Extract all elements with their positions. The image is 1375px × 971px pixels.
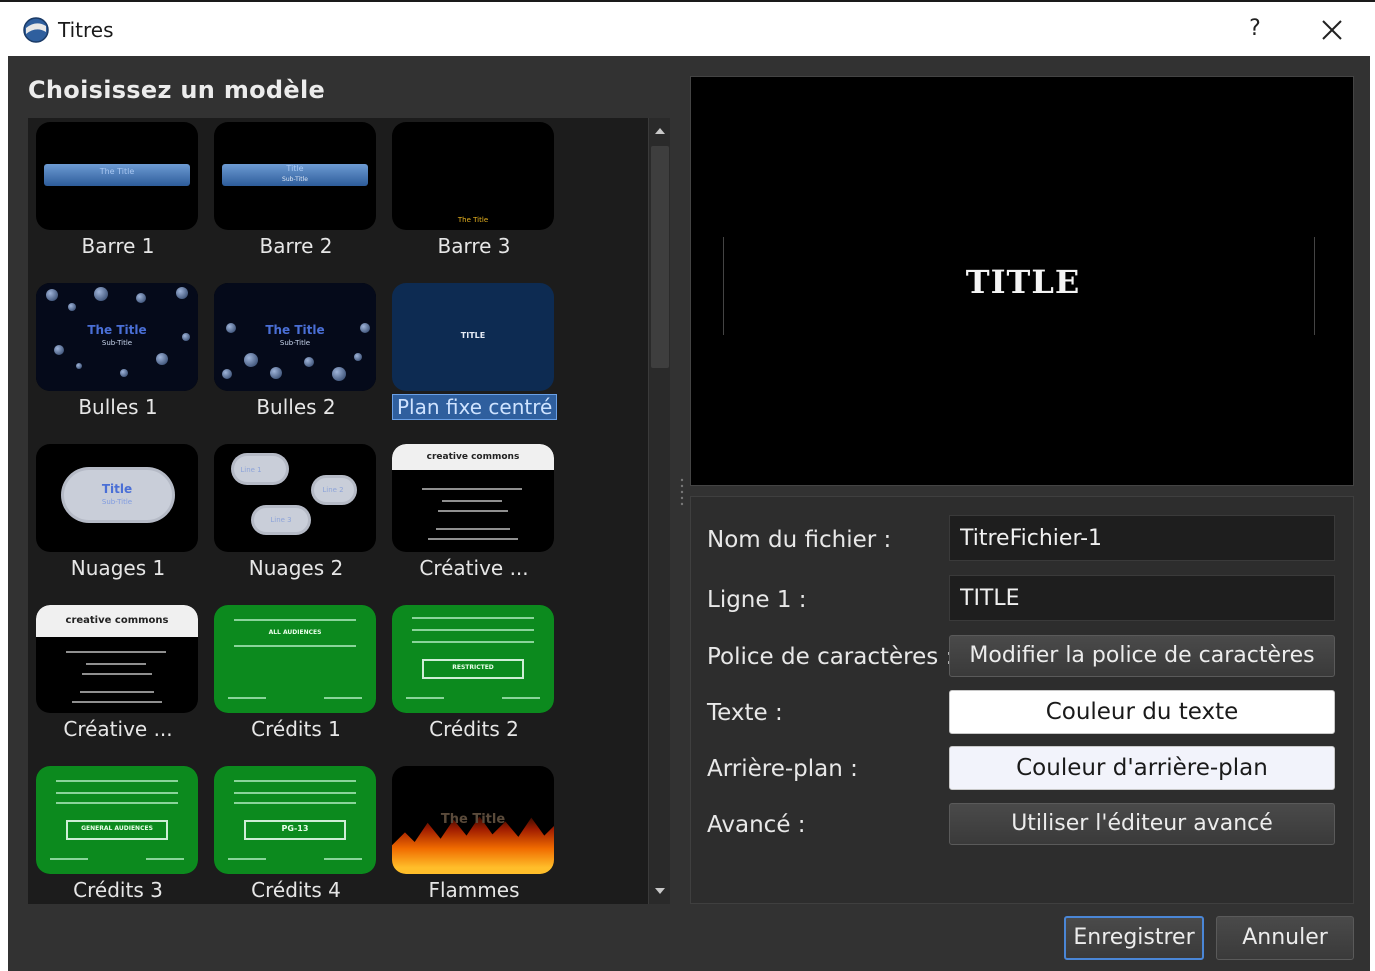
template-thumbnail: The Title — [392, 766, 554, 874]
template-grid: The Title Barre 1 Title Sub-Title Barre … — [28, 118, 648, 904]
template-tile[interactable]: The Title Sub-Title Bulles 1 — [36, 283, 200, 433]
globe-icon — [23, 17, 49, 43]
template-tile[interactable]: ALL AUDIENCES Crédits 1 — [214, 605, 378, 755]
scroll-down-icon[interactable] — [653, 884, 667, 898]
template-thumbnail: creative commons — [36, 605, 198, 713]
template-thumbnail: creative commons — [392, 444, 554, 552]
preview-title-text: TITLE — [965, 263, 1081, 301]
template-tile[interactable]: Line 1 Line 2 Line 3 Nuages 2 — [214, 444, 378, 594]
template-tile[interactable]: creative commons Créative ... — [36, 605, 200, 755]
template-thumbnail: The Title — [392, 122, 554, 230]
template-thumbnail: The Title Sub-Title — [214, 283, 376, 391]
window-title: Titres — [58, 18, 114, 42]
template-label: Bulles 1 — [78, 395, 158, 419]
change-font-button[interactable]: Modifier la police de caractères — [949, 635, 1335, 677]
scroll-up-icon[interactable] — [653, 124, 667, 138]
filename-label: Nom du fichier : — [707, 527, 892, 553]
help-button[interactable]: ? — [1240, 14, 1270, 44]
template-label: Bulles 2 — [256, 395, 336, 419]
template-tile[interactable]: PG-13 Crédits 4 — [214, 766, 378, 904]
template-tile[interactable]: GENERAL AUDIENCES Crédits 3 — [36, 766, 200, 904]
template-tile[interactable]: The Title Flammes — [392, 766, 556, 904]
window-titlebar: Titres ? — [0, 0, 1375, 56]
template-tile[interactable]: Title Sub-Title Barre 2 — [214, 122, 378, 272]
template-tile[interactable]: The Title Barre 1 — [36, 122, 200, 272]
template-label: Crédits 1 — [251, 717, 341, 741]
template-tile[interactable]: RESTRICTED Crédits 2 — [392, 605, 556, 755]
line1-label: Ligne 1 : — [707, 587, 807, 613]
background-color-button[interactable]: Couleur d'arrière-plan — [949, 746, 1335, 790]
template-thumbnail: GENERAL AUDIENCES — [36, 766, 198, 874]
line1-input[interactable] — [949, 575, 1335, 621]
template-thumbnail: ALL AUDIENCES — [214, 605, 376, 713]
template-heading: Choisissez un modèle — [28, 76, 326, 104]
advanced-editor-button[interactable]: Utiliser l'éditeur avancé — [949, 803, 1335, 845]
title-properties-form: Nom du fichier : Ligne 1 : Police de car… — [690, 496, 1354, 904]
template-label: Nuages 1 — [70, 556, 166, 580]
close-icon[interactable] — [1316, 14, 1348, 46]
scroll-thumb[interactable] — [651, 146, 669, 368]
template-label: Créative ... — [419, 556, 529, 580]
template-thumbnail: RESTRICTED — [392, 605, 554, 713]
save-button[interactable]: Enregistrer — [1064, 916, 1204, 960]
template-label: Barre 2 — [259, 234, 333, 258]
template-thumbnail: Title Sub-Title — [36, 444, 198, 552]
template-label: Nuages 2 — [248, 556, 344, 580]
template-tile[interactable]: creative commons Créative ... — [392, 444, 556, 594]
template-label: Barre 1 — [81, 234, 155, 258]
template-thumbnail: Line 1 Line 2 Line 3 — [214, 444, 376, 552]
titles-dialog: Choisissez un modèle The Title Barre 1 T… — [8, 56, 1370, 971]
title-preview: TITLE — [690, 76, 1354, 486]
template-thumbnail: The Title — [36, 122, 198, 230]
template-thumbnail: Title Sub-Title — [214, 122, 376, 230]
splitter-handle-icon[interactable] — [680, 476, 684, 510]
template-label: Crédits 4 — [251, 878, 341, 902]
template-thumbnail: The Title Sub-Title — [36, 283, 198, 391]
advanced-label: Avancé : — [707, 812, 806, 838]
text-color-button[interactable]: Couleur du texte — [949, 690, 1335, 734]
template-label: Flammes — [428, 878, 520, 902]
template-label-selected: Plan fixe centré — [392, 394, 558, 420]
template-label: Crédits 3 — [73, 878, 163, 902]
template-thumbnail: PG-13 — [214, 766, 376, 874]
filename-input[interactable] — [949, 515, 1335, 561]
template-label: Barre 3 — [437, 234, 511, 258]
template-tile[interactable]: The Title Sub-Title Bulles 2 — [214, 283, 378, 433]
text-color-label: Texte : — [707, 700, 783, 726]
template-label: Créative ... — [63, 717, 173, 741]
template-tile-selected[interactable]: TITLE Plan fixe centré — [392, 283, 558, 433]
template-scrollbar[interactable] — [648, 118, 670, 904]
template-tile[interactable]: Title Sub-Title Nuages 1 — [36, 444, 200, 594]
template-tile[interactable]: The Title Barre 3 — [392, 122, 556, 272]
template-label: Crédits 2 — [429, 717, 519, 741]
background-color-label: Arrière-plan : — [707, 756, 858, 782]
font-label: Police de caractères : — [707, 644, 954, 670]
template-thumbnail: TITLE — [392, 283, 554, 391]
cancel-button[interactable]: Annuler — [1216, 916, 1354, 960]
